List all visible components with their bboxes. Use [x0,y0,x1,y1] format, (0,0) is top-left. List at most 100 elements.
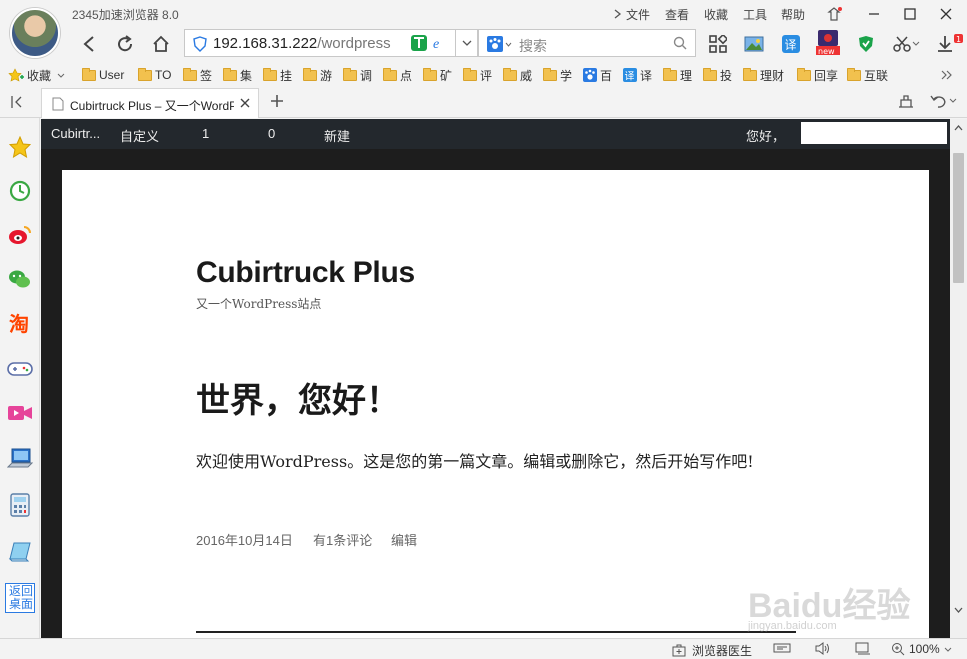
web-viewport: Cubirtr... 自定义 1 0 新建 您好， Cubirtruck Plu… [41,119,950,638]
undo-close-icon[interactable] [930,93,958,109]
post-separator [196,631,796,633]
post-edit-link[interactable]: 编辑 [391,530,417,549]
admin-new-link[interactable]: 新建 [324,126,350,145]
ie-mode-icon[interactable]: e [431,35,447,51]
close-tab-icon[interactable] [240,98,250,108]
bookmark-item[interactable]: 点 [383,67,412,83]
home-button[interactable] [148,32,174,56]
sidebar-toggle-icon[interactable] [10,95,24,109]
wechat-icon[interactable] [7,266,33,292]
bookmark-item[interactable]: 矿 [423,67,452,83]
bookmark-item[interactable]: 游 [303,67,332,83]
back-button[interactable] [76,32,102,56]
new-tab-button[interactable] [270,94,284,108]
bookmark-item[interactable]: 学 [543,67,572,83]
folder-icon [223,67,237,81]
post-comments-link[interactable]: 有1条评论 [313,530,372,549]
search-box[interactable]: 搜索 [478,29,696,57]
menu-favorites[interactable]: 收藏 [704,6,728,23]
menu-help[interactable]: 帮助 [781,6,805,23]
bookmark-item[interactable]: 调 [343,67,372,83]
url-text[interactable]: 192.168.31.222/wordpress [213,35,391,52]
weibo-icon[interactable] [7,222,33,248]
bookmark-item[interactable]: 理财 [743,67,784,83]
bookmark-item[interactable]: 互联 [847,67,888,83]
svg-text:译: 译 [625,71,635,83]
bookmark-item[interactable]: 挂 [263,67,292,83]
bookmark-item[interactable]: TO [138,67,171,83]
apps-grid-icon[interactable] [707,33,729,55]
notepad-icon[interactable] [7,538,33,564]
taobao-icon[interactable]: 淘 [7,310,33,336]
baidu-paw-icon[interactable] [487,36,513,52]
video-icon[interactable] [7,400,33,426]
post-title[interactable]: 世界，您好！ [196,373,400,422]
baidu-paw-icon [583,68,597,82]
calculator-icon[interactable] [7,492,33,518]
screenshot-icon[interactable] [743,33,765,55]
menu-view[interactable]: 查看 [665,6,689,23]
volume-icon[interactable] [815,642,831,655]
vertical-scrollbar[interactable] [950,119,967,638]
user-avatar[interactable] [10,8,60,58]
folder-icon [543,67,557,81]
minimize-icon[interactable] [862,4,886,24]
bookmark-item[interactable]: User [82,67,124,83]
menu-tools[interactable]: 工具 [743,6,767,23]
window-mode-icon[interactable] [855,642,871,655]
admin-greeting[interactable]: 您好， [746,126,785,145]
bookmark-item[interactable]: 回享 [797,67,838,83]
folder-icon [383,67,397,81]
admin-customize-link[interactable]: 自定义 [120,126,159,145]
post-date[interactable]: 2016年10月14日 [196,530,293,549]
network-icon[interactable] [773,642,791,654]
more-bookmarks-icon[interactable] [941,67,953,83]
download-icon[interactable]: 1 [936,33,964,55]
bookmark-item[interactable]: 投 [703,67,732,83]
bookmark-item[interactable]: 威 [503,67,532,83]
scissors-icon[interactable] [893,33,921,55]
translate-icon[interactable]: 译 [780,33,802,55]
computer-icon[interactable] [7,446,33,472]
site-title[interactable]: Cubirtruck Plus [196,256,415,290]
menu-file[interactable]: 文件 [626,6,650,23]
zoom-control[interactable]: 100% [891,642,952,656]
page-icon [52,97,64,111]
bookmark-item[interactable]: 评 [463,67,492,83]
favorites-star-icon[interactable] [7,134,33,160]
game-new-icon[interactable]: new [816,30,840,56]
skin-icon[interactable] [822,4,846,24]
gamepad-icon[interactable] [7,356,33,382]
admin-updates-count[interactable]: 1 [202,126,209,141]
search-icon[interactable] [673,36,687,50]
chevron-down-icon [944,647,952,652]
history-clock-icon[interactable] [7,178,33,204]
bookmark-item[interactable]: 集 [223,67,252,83]
search-placeholder[interactable]: 搜索 [519,36,547,56]
admin-user-box[interactable] [801,122,947,144]
scroll-down-icon[interactable] [954,607,963,613]
scroll-thumb[interactable] [953,153,964,283]
maximize-icon[interactable] [898,4,922,24]
scroll-up-icon[interactable] [954,125,963,131]
svg-text:1: 1 [956,35,961,44]
admin-site-link[interactable]: Cubirtr... [51,126,100,141]
tab-active[interactable]: Cubirtruck Plus – 又一个WordPress站点 [41,88,259,118]
back-to-desktop-button[interactable]: 返回桌面 [5,583,35,613]
close-window-icon[interactable] [934,4,958,24]
bookmark-item[interactable]: 理 [663,67,692,83]
bookmark-item[interactable]: 译译 [623,67,652,83]
security-badge-icon[interactable] [411,35,427,51]
bookmark-item[interactable]: 签 [183,67,212,83]
address-dropdown-button[interactable] [455,29,478,57]
refresh-button[interactable] [112,32,138,56]
browser-doctor-button[interactable]: 浏览器医生 [672,642,752,659]
folder-icon [423,67,437,81]
address-bar[interactable]: 192.168.31.222/wordpress e [184,29,476,57]
bookmark-item[interactable]: 百 [583,67,612,83]
restore-icon[interactable] [897,93,915,109]
admin-comments-count[interactable]: 0 [268,126,275,141]
bookmark-favorites[interactable]: 收藏 [8,67,65,83]
folder-icon [743,67,757,81]
shield-green-icon[interactable] [855,33,877,55]
